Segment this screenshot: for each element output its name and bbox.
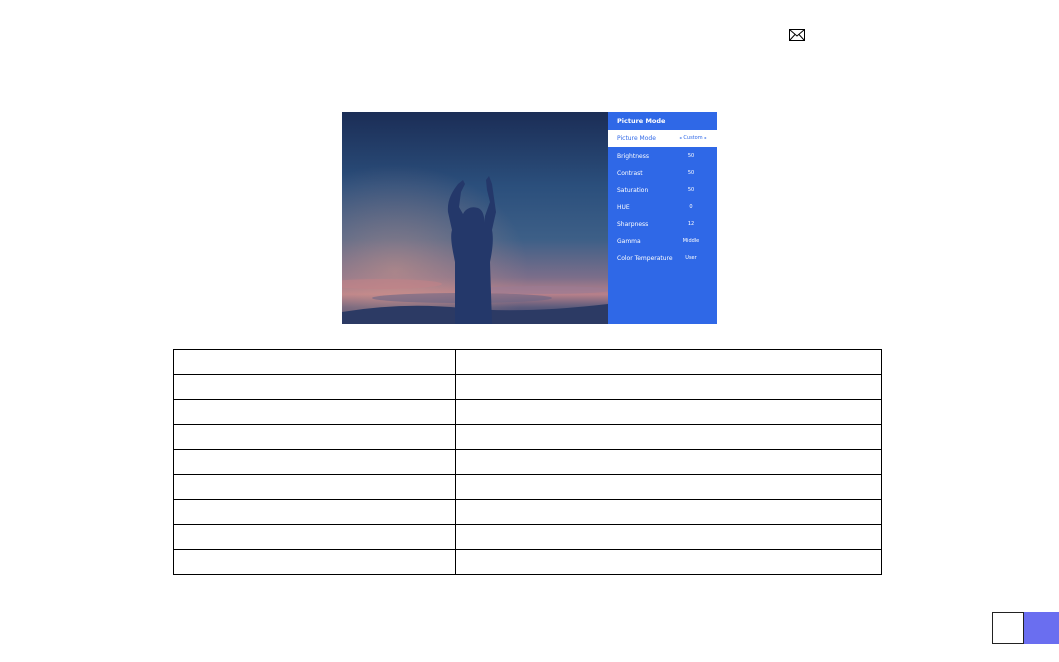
background-photo <box>342 112 608 324</box>
menu-item-value: 0 <box>689 204 693 210</box>
table-cell <box>173 349 456 375</box>
menu-item-gamma[interactable]: Gamma Middle <box>608 233 717 250</box>
menu-item-color-temperature[interactable]: Color Temperature User <box>608 250 717 267</box>
menu-item-value: 12 <box>687 221 695 227</box>
table-cell <box>173 474 456 500</box>
table-cell <box>173 499 456 525</box>
table-row <box>173 374 882 400</box>
table-cell <box>173 449 456 475</box>
tv-screen-image: Picture Mode Picture Mode ◂ Custom ▸ Brigh… <box>342 112 717 324</box>
menu-item-value: 50 <box>687 170 695 176</box>
table-cell <box>173 424 456 450</box>
picture-mode-selector[interactable]: ◂ Custom ▸ <box>672 135 714 141</box>
menu-item-picture-mode[interactable]: Picture Mode ◂ Custom ▸ <box>608 130 717 147</box>
settings-table <box>173 349 882 575</box>
table-cell <box>455 424 882 450</box>
table-row <box>173 349 882 375</box>
table-cell <box>455 524 882 550</box>
menu-item-hue[interactable]: HUE 0 <box>608 199 717 216</box>
envelope-icon[interactable] <box>789 29 805 41</box>
table-cell <box>455 474 882 500</box>
table-row <box>173 524 882 550</box>
menu-item-value: User <box>685 255 697 261</box>
table-cell <box>455 399 882 425</box>
table-row <box>173 474 882 500</box>
menu-item-value: 50 <box>687 153 695 159</box>
table-cell <box>455 449 882 475</box>
table-cell <box>455 349 882 375</box>
menu-item-saturation[interactable]: Saturation 50 <box>608 182 717 199</box>
menu-item-label: Color Temperature <box>617 255 673 262</box>
table-row <box>173 449 882 475</box>
arrow-left-icon[interactable]: ◂ <box>679 135 681 140</box>
menu-item-label: Brightness <box>617 153 649 160</box>
page-number-box <box>992 612 1024 644</box>
menu-item-label: Picture Mode <box>617 135 656 142</box>
menu-item-label: Contrast <box>617 170 643 177</box>
table-cell <box>173 549 456 575</box>
menu-item-value: Middle <box>682 238 700 244</box>
menu-item-label: HUE <box>617 204 630 211</box>
menu-item-label: Sharpness <box>617 221 649 228</box>
table-row <box>173 424 882 450</box>
manual-page: Picture Mode Picture Mode ◂ Custom ▸ Brigh… <box>0 0 1059 662</box>
picture-settings-menu: Picture Mode Picture Mode ◂ Custom ▸ Brigh… <box>608 112 717 324</box>
table-row <box>173 549 882 575</box>
menu-title: Picture Mode <box>617 117 666 125</box>
table-cell <box>173 399 456 425</box>
menu-item-label: Gamma <box>617 238 641 245</box>
menu-item-brightness[interactable]: Brightness 50 <box>608 148 717 165</box>
table-cell <box>455 549 882 575</box>
page-accent-bar <box>1024 612 1059 644</box>
menu-item-sharpness[interactable]: Sharpness 12 <box>608 216 717 233</box>
menu-item-label: Saturation <box>617 187 649 194</box>
table-cell <box>455 374 882 400</box>
table-cell <box>173 374 456 400</box>
menu-item-value: 50 <box>687 187 695 193</box>
picture-mode-value: Custom <box>683 135 703 141</box>
table-row <box>173 399 882 425</box>
table-cell <box>455 499 882 525</box>
arrow-right-icon[interactable]: ▸ <box>705 135 707 140</box>
table-cell <box>173 524 456 550</box>
menu-item-contrast[interactable]: Contrast 50 <box>608 165 717 182</box>
table-row <box>173 499 882 525</box>
